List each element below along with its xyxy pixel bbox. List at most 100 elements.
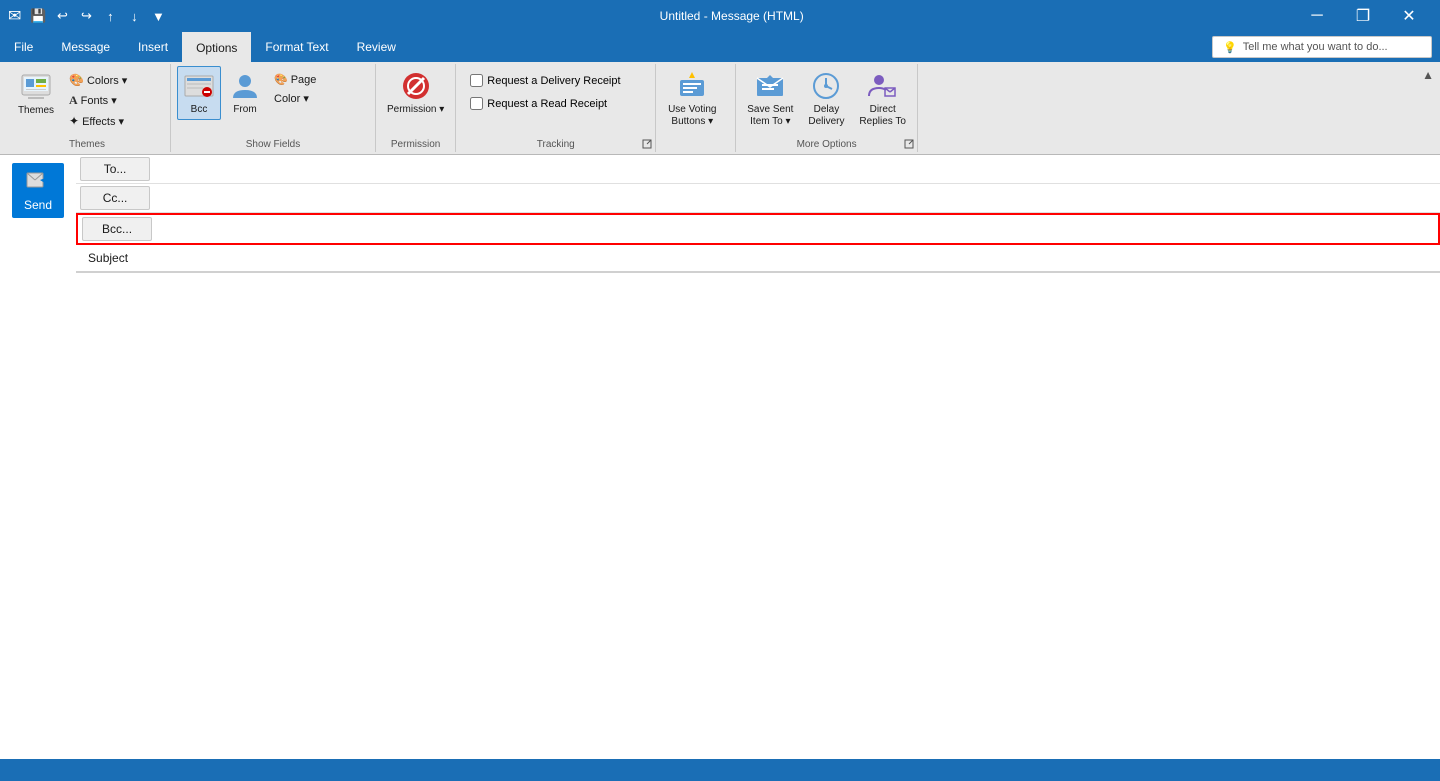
use-voting-button[interactable]: Use VotingButtons ▾ xyxy=(662,66,722,132)
page-color-stack: 🎨 Page Color ▾ xyxy=(269,66,369,108)
save-sent-label: Save SentItem To ▾ xyxy=(747,104,793,128)
read-receipt-checkbox-label[interactable]: Request a Read Receipt xyxy=(466,95,611,112)
cc-button[interactable]: Cc... xyxy=(80,186,150,210)
delivery-receipt-label: Request a Delivery Receipt xyxy=(487,75,620,87)
from-button[interactable]: From xyxy=(223,66,267,120)
to-button[interactable]: To... xyxy=(80,157,150,181)
read-receipt-checkbox[interactable] xyxy=(470,97,483,110)
direct-replies-button[interactable]: DirectReplies To xyxy=(854,66,911,132)
effects-button[interactable]: ✦ Effects ▾ xyxy=(64,111,164,131)
restore-button[interactable]: ❐ xyxy=(1340,0,1386,32)
ribbon: Themes 🎨 Colors ▾ A Fonts ▾ ✦ Effects ▾ xyxy=(0,62,1440,155)
tab-review[interactable]: Review xyxy=(343,32,410,62)
left-panel: Send xyxy=(0,155,76,781)
ribbon-group-tracking: Request a Delivery Receipt Request a Rea… xyxy=(456,64,656,152)
colors-button[interactable]: 🎨 Colors ▾ xyxy=(64,70,164,90)
fonts-icon: A xyxy=(69,93,78,108)
more-options-group-label: More Options xyxy=(736,137,917,150)
save-sent-item-button[interactable]: Save SentItem To ▾ xyxy=(742,66,798,132)
minimize-button[interactable]: ─ xyxy=(1294,0,1340,32)
composer-right: To... Cc... Bcc... Subject xyxy=(76,155,1440,781)
app-icon: ✉ xyxy=(8,6,21,26)
more-options-group-content: Save SentItem To ▾ DelayDelivery xyxy=(742,64,911,134)
close-button[interactable]: ✕ xyxy=(1386,0,1432,32)
tracking-group-content: Request a Delivery Receipt Request a Rea… xyxy=(462,64,628,134)
delivery-receipt-checkbox-label[interactable]: Request a Delivery Receipt xyxy=(466,72,624,89)
bcc-icon xyxy=(183,70,215,102)
tab-message[interactable]: Message xyxy=(47,32,124,62)
tracking-group-label: Tracking xyxy=(456,137,655,150)
send-button[interactable]: Send xyxy=(12,163,64,218)
title-bar: ✉ 💾 ↩ ↪ ↑ ↓ ▼ Untitled - Message (HTML) … xyxy=(0,0,1440,32)
show-fields-group-label: Show Fields xyxy=(171,137,375,150)
bcc-label: Bcc xyxy=(191,104,208,116)
ribbon-group-themes: Themes 🎨 Colors ▾ A Fonts ▾ ✦ Effects ▾ xyxy=(4,64,171,152)
window-title: Untitled - Message (HTML) xyxy=(169,9,1294,23)
voting-group-content: Use VotingButtons ▾ xyxy=(662,64,722,134)
to-field-row: To... xyxy=(76,155,1440,184)
ribbon-group-voting: Use VotingButtons ▾ xyxy=(656,64,736,152)
fonts-button[interactable]: A Fonts ▾ xyxy=(64,90,164,111)
delay-delivery-label: DelayDelivery xyxy=(808,104,844,128)
themes-small-stack: 🎨 Colors ▾ A Fonts ▾ ✦ Effects ▾ xyxy=(64,66,164,131)
send-icon xyxy=(26,169,50,196)
tracking-launcher-icon[interactable] xyxy=(641,138,653,150)
window-controls: ─ ❐ ✕ xyxy=(1294,0,1432,32)
quick-access-toolbar: 💾 ↩ ↪ ↑ ↓ ▼ xyxy=(27,5,169,27)
customize-qat-button[interactable]: ▼ xyxy=(147,5,169,27)
themes-group-content: Themes 🎨 Colors ▾ A Fonts ▾ ✦ Effects ▾ xyxy=(10,64,164,134)
undo-qat-button[interactable]: ↩ xyxy=(51,5,73,27)
show-fields-group-content: Bcc From 🎨 Page xyxy=(177,64,369,134)
to-input[interactable] xyxy=(154,158,1440,180)
subject-label: Subject xyxy=(80,247,150,269)
delivery-receipt-checkbox[interactable] xyxy=(470,74,483,87)
permission-group-label: Permission xyxy=(376,137,455,150)
tab-insert[interactable]: Insert xyxy=(124,32,182,62)
colors-icon: 🎨 xyxy=(69,73,84,87)
up-qat-button[interactable]: ↑ xyxy=(99,5,121,27)
composer-body[interactable] xyxy=(76,272,1440,781)
bcc-field-row: Bcc... xyxy=(76,213,1440,245)
permission-group-content: Permission ▾ xyxy=(382,64,449,134)
page-color-label2: Color ▾ xyxy=(274,92,309,105)
delay-delivery-button[interactable]: DelayDelivery xyxy=(800,66,852,132)
tell-me-text: Tell me what you want to do... xyxy=(1243,41,1388,53)
themes-group-label: Themes xyxy=(4,137,170,150)
permission-button[interactable]: Permission ▾ xyxy=(382,66,449,120)
permission-label: Permission ▾ xyxy=(387,104,444,116)
save-qat-button[interactable]: 💾 xyxy=(27,5,49,27)
bcc-field-button[interactable]: Bcc... xyxy=(82,217,152,241)
redo-qat-button[interactable]: ↪ xyxy=(75,5,97,27)
permission-icon xyxy=(400,70,432,102)
tab-file[interactable]: File xyxy=(0,32,47,62)
themes-icon xyxy=(20,71,52,103)
from-label: From xyxy=(233,104,256,116)
read-receipt-label: Request a Read Receipt xyxy=(487,98,607,110)
more-options-launcher-icon[interactable] xyxy=(903,138,915,150)
bcc-button[interactable]: Bcc xyxy=(177,66,221,120)
cc-input[interactable] xyxy=(154,187,1440,209)
effects-icon: ✦ xyxy=(69,114,79,128)
voting-label: Use VotingButtons ▾ xyxy=(668,104,716,128)
tab-format-text[interactable]: Format Text xyxy=(251,32,342,62)
tell-me-bar[interactable]: 💡 Tell me what you want to do... xyxy=(1212,36,1432,58)
lightbulb-icon: 💡 xyxy=(1223,41,1237,54)
colors-label: Colors ▾ xyxy=(87,74,127,87)
ribbon-collapse-button[interactable]: ▲ xyxy=(1420,66,1436,84)
app-container: ✉ 💾 ↩ ↪ ↑ ↓ ▼ Untitled - Message (HTML) … xyxy=(0,0,1440,781)
from-icon xyxy=(229,70,261,102)
ribbon-group-permission: Permission ▾ Permission xyxy=(376,64,456,152)
cc-field-row: Cc... xyxy=(76,184,1440,213)
themes-button[interactable]: Themes xyxy=(10,66,62,121)
page-color-button[interactable]: 🎨 Page xyxy=(269,70,369,89)
subject-field-row: Subject xyxy=(76,245,1440,271)
page-color-dropdown[interactable]: Color ▾ xyxy=(269,89,369,108)
ribbon-group-show-fields: Bcc From 🎨 Page xyxy=(171,64,376,152)
down-qat-button[interactable]: ↓ xyxy=(123,5,145,27)
bcc-input[interactable] xyxy=(156,218,1438,240)
subject-input[interactable] xyxy=(154,247,1440,269)
tab-options[interactable]: Options xyxy=(182,32,251,62)
send-label: Send xyxy=(24,198,52,212)
composer-fields: To... Cc... Bcc... Subject xyxy=(76,155,1440,272)
page-color-label: Page xyxy=(291,74,317,86)
